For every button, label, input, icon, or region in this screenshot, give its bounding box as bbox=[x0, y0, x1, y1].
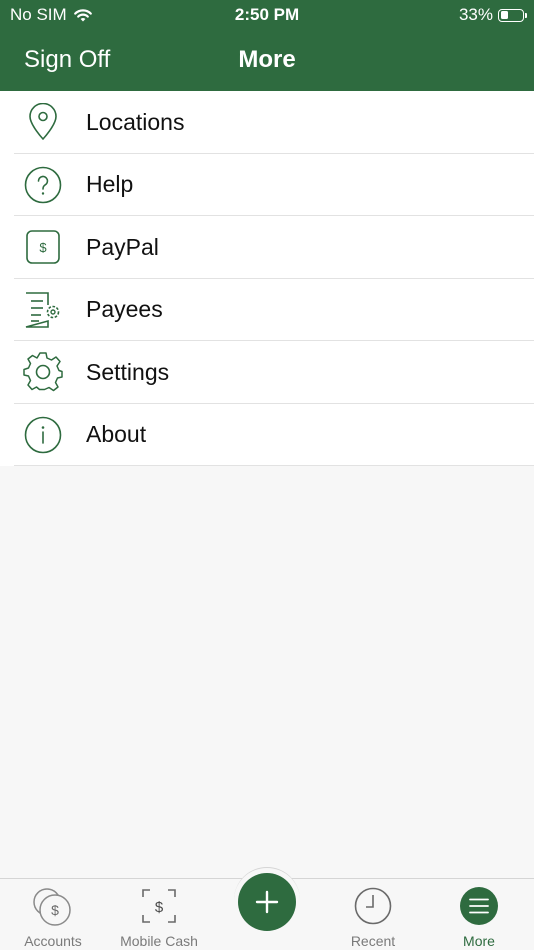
accounts-coins-icon: $ bbox=[0, 885, 106, 927]
gear-icon bbox=[23, 352, 63, 392]
menu-item-label: About bbox=[86, 421, 147, 448]
location-pin-icon bbox=[23, 102, 63, 142]
mobile-cash-icon: $ bbox=[106, 885, 212, 927]
battery-fill bbox=[500, 11, 509, 19]
menu-item-settings[interactable]: Settings bbox=[0, 341, 534, 404]
menu-item-label: Help bbox=[86, 171, 134, 198]
tab-label: Mobile Cash bbox=[120, 933, 198, 949]
menu-item-locations[interactable]: Locations bbox=[0, 91, 534, 154]
menu-item-label: Locations bbox=[86, 108, 185, 135]
battery-icon bbox=[498, 8, 527, 22]
question-circle-icon bbox=[23, 165, 63, 205]
payees-document-icon bbox=[23, 290, 63, 330]
tab-label: Accounts bbox=[24, 933, 82, 949]
plus-icon bbox=[255, 890, 279, 914]
menu-item-about[interactable]: About bbox=[0, 404, 534, 466]
tab-recent[interactable]: Recent bbox=[320, 885, 426, 949]
tab-more[interactable]: More bbox=[426, 885, 532, 949]
tab-label: More bbox=[463, 933, 495, 949]
paypal-dollar-icon: $ bbox=[23, 227, 63, 267]
page-title: More bbox=[238, 46, 296, 73]
add-button[interactable] bbox=[238, 873, 296, 931]
menu-item-paypal[interactable]: $ PayPal bbox=[0, 216, 534, 279]
menu-item-help[interactable]: Help bbox=[0, 154, 534, 216]
clock-time: 2:50 PM bbox=[234, 5, 300, 24]
tab-label: Recent bbox=[350, 933, 396, 949]
clock-icon bbox=[320, 885, 426, 927]
nav-bar: Sign Off More bbox=[0, 30, 534, 91]
menu-lines-icon bbox=[426, 885, 532, 927]
more-menu-list: Locations Help $ PayPal Payees Settings … bbox=[0, 91, 534, 466]
info-circle-icon bbox=[23, 415, 63, 455]
more-screen: No SIM 2:50 PM 33% Sign Off More Locatio… bbox=[0, 0, 534, 950]
menu-item-payees[interactable]: Payees bbox=[0, 279, 534, 341]
battery-percent: 33% bbox=[458, 5, 493, 24]
status-bar: No SIM 2:50 PM 33% bbox=[0, 0, 534, 30]
menu-item-label: Settings bbox=[86, 358, 170, 385]
battery-status: 33% bbox=[458, 5, 527, 25]
svg-text:$: $ bbox=[155, 899, 164, 916]
tab-mobile-cash[interactable]: $ Mobile Cash bbox=[106, 885, 212, 949]
svg-text:$: $ bbox=[51, 902, 59, 918]
divider bbox=[14, 465, 534, 466]
tab-bar: $ Accounts $ Mobile Cash Recent More bbox=[0, 867, 534, 950]
menu-item-label: Payees bbox=[86, 296, 163, 323]
tab-accounts[interactable]: $ Accounts bbox=[0, 885, 106, 949]
menu-item-label: PayPal bbox=[86, 233, 159, 260]
svg-text:$: $ bbox=[39, 240, 47, 255]
